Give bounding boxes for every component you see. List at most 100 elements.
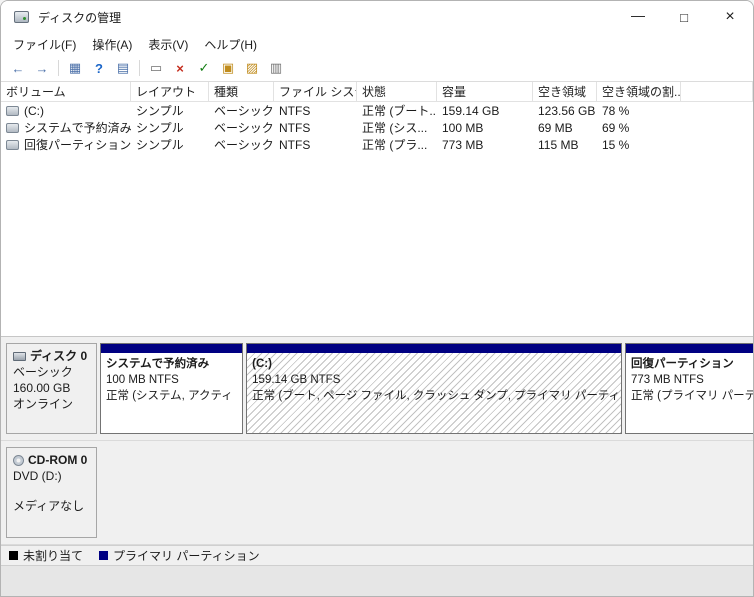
legend-unallocated: 未割り当て bbox=[9, 547, 83, 564]
app-icon bbox=[14, 11, 29, 23]
partition-c[interactable]: (C:) 159.14 GB NTFS 正常 (ブート, ページ ファイル, ク… bbox=[246, 343, 622, 434]
harddisk-icon bbox=[13, 351, 26, 361]
cell-status: 正常 (ブート... bbox=[362, 104, 437, 118]
partition-recovery[interactable]: 回復パーティション 773 MB NTFS 正常 (プライマリ パーティション) bbox=[624, 343, 753, 434]
show-action-pane-button[interactable]: ▤ bbox=[112, 58, 134, 79]
col-volume[interactable]: ボリューム bbox=[1, 82, 131, 101]
col-free[interactable]: 空き領域 bbox=[533, 82, 597, 101]
maximize-button[interactable]: □ bbox=[661, 1, 707, 33]
partition-title: 回復パーティション bbox=[630, 358, 734, 370]
cell-filesystem: NTFS bbox=[279, 120, 311, 135]
cell-free-pct: 15 % bbox=[602, 137, 630, 152]
volume-icon bbox=[6, 139, 19, 150]
cell-free-pct: 69 % bbox=[602, 120, 630, 135]
properties-button[interactable]: ▭ bbox=[145, 58, 167, 79]
col-layout[interactable]: レイアウト bbox=[131, 82, 209, 101]
close-button[interactable]: × bbox=[707, 1, 753, 33]
graphical-view: ディスク 0 ベーシック 160.00 GB オンライン システムで予約済み 1… bbox=[1, 336, 753, 545]
close-icon: × bbox=[725, 8, 735, 25]
disk-0-row: ディスク 0 ベーシック 160.00 GB オンライン システムで予約済み 1… bbox=[1, 337, 753, 441]
delete-volume-button[interactable]: × bbox=[169, 58, 191, 79]
disk-type: ベーシック bbox=[13, 365, 73, 379]
cell-filesystem: NTFS bbox=[279, 137, 311, 152]
cell-type: ベーシック bbox=[214, 138, 274, 152]
show-console-tree-button[interactable]: ▦ bbox=[64, 58, 86, 79]
cdrom-0-row: CD-ROM 0 DVD (D:) メディアなし bbox=[1, 441, 753, 545]
col-status[interactable]: 状態 bbox=[357, 82, 437, 101]
volume-icon bbox=[6, 122, 19, 133]
cell-layout: シンプル bbox=[136, 138, 184, 152]
disk-status: オンライン bbox=[13, 397, 74, 411]
partition-color-strip bbox=[101, 344, 243, 353]
window-title: ディスクの管理 bbox=[38, 10, 122, 25]
help-button[interactable]: ? bbox=[88, 58, 110, 79]
col-filesystem[interactable]: ファイル システム bbox=[274, 82, 357, 101]
minimize-icon: — bbox=[631, 7, 645, 23]
disk-management-window: ディスクの管理 — □ × ファイル(F) 操作(A) 表示(V) ヘルプ(H)… bbox=[0, 0, 754, 597]
menu-action[interactable]: 操作(A) bbox=[84, 34, 140, 55]
cdrom-0-label[interactable]: CD-ROM 0 DVD (D:) メディアなし bbox=[6, 447, 97, 538]
table-row[interactable]: 回復パーティション シンプル ベーシック NTFS 正常 (プラ... 773 … bbox=[1, 136, 753, 153]
partition-size: 773 MB NTFS bbox=[630, 374, 704, 386]
col-free-pct[interactable]: 空き領域の割... bbox=[597, 82, 681, 101]
partition-system-reserved[interactable]: システムで予約済み 100 MB NTFS 正常 (システム, アクティ bbox=[100, 343, 244, 434]
view-options-button[interactable]: ▥ bbox=[265, 58, 287, 79]
legend-label: 未割り当て bbox=[23, 549, 84, 563]
cell-status: 正常 (シス... bbox=[362, 121, 428, 135]
table-row[interactable]: システムで予約済み シンプル ベーシック NTFS 正常 (シス... 100 … bbox=[1, 119, 753, 136]
open-button[interactable]: ▣ bbox=[217, 58, 239, 79]
col-type[interactable]: 種類 bbox=[209, 82, 274, 101]
cell-capacity: 100 MB bbox=[442, 120, 484, 135]
partition-status: 正常 (システム, アクティ bbox=[106, 390, 233, 402]
explore-button[interactable]: ▨ bbox=[241, 58, 263, 79]
cdrom-icon bbox=[13, 454, 24, 466]
menu-file[interactable]: ファイル(F) bbox=[5, 34, 84, 55]
volume-list: ボリューム レイアウト 種類 ファイル システム 状態 容量 空き領域 空き領域… bbox=[1, 82, 753, 336]
cell-free-pct: 78 % bbox=[602, 103, 630, 118]
toolbar-separator bbox=[139, 60, 140, 76]
caption-buttons: — □ × bbox=[615, 1, 753, 33]
unallocated-swatch-icon bbox=[9, 551, 18, 560]
cell-volume: システムで予約済み bbox=[1, 119, 131, 136]
volume-icon bbox=[6, 105, 19, 116]
legend: 未割り当て プライマリ パーティション bbox=[1, 545, 753, 565]
titlebar: ディスクの管理 — □ × bbox=[1, 1, 753, 33]
cell-capacity: 773 MB bbox=[442, 137, 484, 152]
partition-size: 100 MB NTFS bbox=[106, 374, 179, 386]
disk-size: 160.00 GB bbox=[13, 381, 71, 395]
cell-type: ベーシック bbox=[214, 104, 274, 118]
disk-status: メディアなし bbox=[13, 499, 85, 513]
disk-0-label[interactable]: ディスク 0 ベーシック 160.00 GB オンライン bbox=[6, 343, 97, 434]
cell-type: ベーシック bbox=[214, 121, 274, 135]
disk-name: CD-ROM 0 bbox=[28, 453, 88, 467]
toolbar-separator bbox=[58, 60, 59, 76]
minimize-button[interactable]: — bbox=[615, 1, 661, 33]
col-filler bbox=[681, 82, 753, 101]
mark-active-button[interactable]: ✓ bbox=[193, 58, 215, 79]
cell-volume: (C:) bbox=[1, 102, 131, 119]
back-button[interactable]: ← bbox=[7, 58, 29, 79]
col-capacity[interactable]: 容量 bbox=[437, 82, 533, 101]
cell-free: 115 MB bbox=[538, 137, 579, 152]
cell-layout: シンプル bbox=[136, 121, 184, 135]
legend-primary-partition: プライマリ パーティション bbox=[99, 547, 260, 564]
cell-filesystem: NTFS bbox=[279, 103, 311, 118]
cell-status: 正常 (プラ... bbox=[362, 138, 428, 152]
cell-free: 69 MB bbox=[538, 120, 573, 135]
disk-type: DVD (D:) bbox=[13, 469, 62, 483]
partition-status: 正常 (プライマリ パーティション) bbox=[630, 390, 753, 402]
window-bottom-filler bbox=[1, 565, 753, 596]
forward-button[interactable]: → bbox=[31, 58, 53, 79]
cell-volume: 回復パーティション bbox=[1, 136, 131, 153]
cell-free: 123.56 GB bbox=[538, 103, 596, 118]
disk-name: ディスク 0 bbox=[30, 349, 88, 363]
menu-view[interactable]: 表示(V) bbox=[140, 34, 196, 55]
partition-color-strip bbox=[625, 344, 753, 353]
disk-0-track: システムで予約済み 100 MB NTFS 正常 (システム, アクティ (C:… bbox=[100, 343, 753, 434]
cdrom-0-track bbox=[100, 447, 743, 538]
partition-status: 正常 (ブート, ページ ファイル, クラッシュ ダンプ, プライマリ パーティ… bbox=[252, 390, 622, 402]
primary-partition-swatch-icon bbox=[99, 551, 109, 560]
table-row[interactable]: (C:) シンプル ベーシック NTFS 正常 (ブート... 159.14 G… bbox=[1, 102, 753, 119]
menu-help[interactable]: ヘルプ(H) bbox=[196, 34, 265, 55]
toolbar: ← → ▦ ? ▤ ▭ × ✓ ▣ ▨ ▥ bbox=[1, 55, 753, 82]
